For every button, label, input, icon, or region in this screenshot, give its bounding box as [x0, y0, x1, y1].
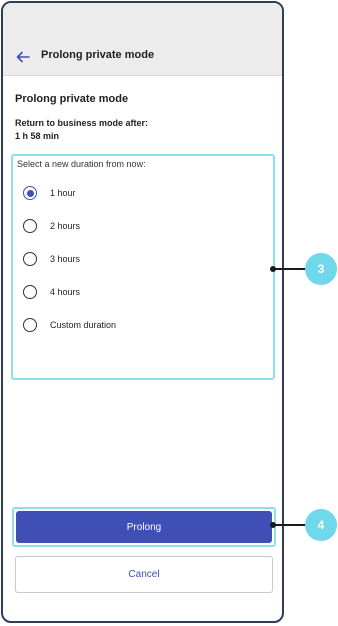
option-label: 2 hours	[50, 221, 81, 231]
back-button[interactable]	[13, 48, 33, 66]
radio-button-selected[interactable]	[23, 186, 37, 200]
callout-badge-3: 3	[305, 253, 337, 285]
option-label: 4 hours	[50, 287, 81, 297]
return-label: Return to business mode after:	[15, 118, 149, 128]
arrow-left-icon	[16, 51, 30, 63]
radio-button[interactable]	[23, 252, 37, 266]
option-3-hours[interactable]: 3 hours	[23, 251, 80, 267]
option-2-hours[interactable]: 2 hours	[23, 218, 80, 234]
cancel-button[interactable]: Cancel	[15, 556, 273, 593]
phone-frame: Prolong private mode Prolong private mod…	[1, 1, 284, 623]
duration-prompt: Select a new duration from now:	[17, 159, 146, 169]
prolong-button-highlight: Prolong	[12, 507, 276, 547]
header-title: Prolong private mode	[41, 49, 155, 61]
option-custom-duration[interactable]: Custom duration	[23, 317, 116, 333]
duration-selection-box: Select a new duration from now: 1 hour 2…	[11, 154, 275, 380]
radio-button[interactable]	[23, 318, 37, 332]
option-label: Custom duration	[50, 320, 117, 330]
callout-4-line	[273, 524, 307, 526]
callout-badge-4: 4	[305, 509, 337, 541]
radio-dot	[26, 189, 34, 197]
app-header: Prolong private mode	[3, 3, 282, 76]
option-label: 3 hours	[50, 254, 81, 264]
option-1-hour[interactable]: 1 hour	[23, 185, 76, 201]
radio-button[interactable]	[23, 285, 37, 299]
prolong-button[interactable]: Prolong	[16, 511, 272, 543]
option-label: 1 hour	[50, 188, 76, 198]
callout-3-line	[273, 268, 307, 270]
return-value: 1 h 58 min	[15, 131, 60, 141]
option-4-hours[interactable]: 4 hours	[23, 284, 80, 300]
section-title: Prolong private mode	[15, 93, 129, 105]
radio-button[interactable]	[23, 219, 37, 233]
